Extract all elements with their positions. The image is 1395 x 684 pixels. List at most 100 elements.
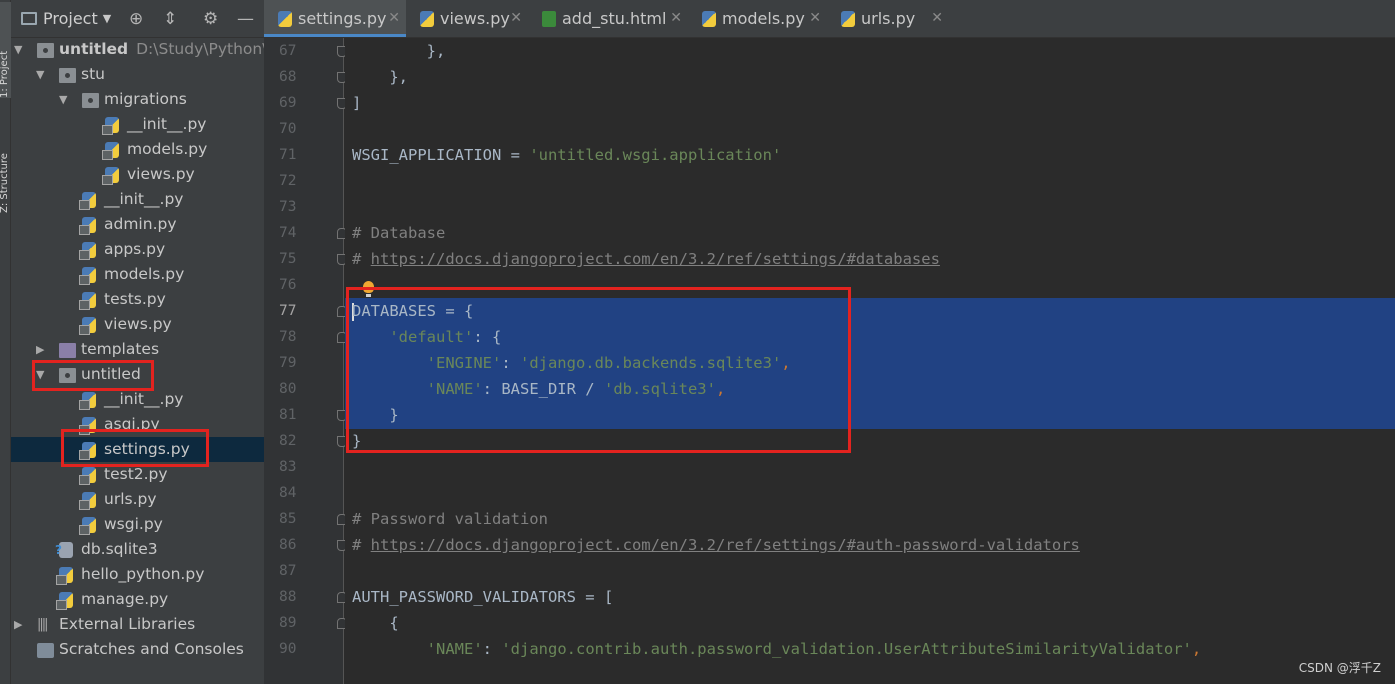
line-number[interactable]: 78 [264,324,324,350]
tree-item[interactable]: ▼ stu [11,62,264,87]
python-file-icon [278,11,292,27]
chevron-down-icon[interactable]: ▼ [103,12,111,25]
line-number[interactable]: 86 [264,532,324,558]
tree-item[interactable]: manage.py [11,587,264,612]
line-number[interactable]: 90 [264,636,324,662]
tree-item[interactable]: __init__.py [11,112,264,137]
close-icon[interactable]: ✕ [931,0,943,37]
tree-item[interactable]: views.py [11,162,264,187]
close-icon[interactable]: ✕ [388,0,400,37]
editor-tab[interactable]: views.py ✕ [406,0,528,37]
python-file-icon [79,317,96,335]
tree-item[interactable]: db.sqlite3 [11,537,264,562]
chevron-right-icon[interactable]: ▶ [14,612,22,637]
folder-view-icon [21,12,37,25]
tree-item[interactable]: ▶ |||| External Libraries [11,612,264,637]
tree-item[interactable]: ▼ untitled D:\Study\Python\p [11,37,264,62]
docs-link-databases[interactable]: https://docs.djangoproject.com/en/3.2/re… [371,250,940,268]
line-number[interactable]: 77 [264,298,324,324]
chevron-down-icon[interactable]: ▼ [59,87,67,112]
line-number[interactable]: 84 [264,480,324,506]
code-editor[interactable]: }, }, ] WSGI_APPLICATION = 'untitled.wsg… [345,38,1395,684]
code-line-90: 'NAME': 'django.contrib.auth.password_va… [426,640,1202,658]
chevron-down-icon[interactable]: ▼ [36,62,44,87]
editor-tab[interactable]: urls.py ✕ [827,0,949,37]
tree-item[interactable]: views.py [11,312,264,337]
tree-item[interactable]: asgi.py [11,412,264,437]
editor-tab[interactable]: settings.py ✕ [264,0,406,37]
tree-item[interactable]: ▼ migrations [11,87,264,112]
tree-item[interactable]: admin.py [11,212,264,237]
line-number[interactable]: 80 [264,376,324,402]
tree-item[interactable]: tests.py [11,287,264,312]
locate-file-icon[interactable]: ⊕ [129,9,143,29]
tree-item[interactable]: wsgi.py [11,512,264,537]
line-number[interactable]: 68 [264,64,324,90]
editor-gutter: 67 68 69 70 71 72 73 74 75 76 77 78 79 80 81 82 83 84 85 86… [264,38,347,684]
line-number[interactable]: 69 [264,90,324,116]
tree-item-label: manage.py [81,590,169,608]
editor-tab[interactable]: add_stu.html ✕ [528,0,688,37]
line-number[interactable]: 70 [264,116,324,142]
tree-item[interactable]: __init__.py [11,187,264,212]
line-number[interactable]: 67 [264,38,324,64]
tree-item-label: migrations [104,90,187,108]
collapse-all-icon[interactable]: ⇕ [163,9,177,29]
tree-item-label: models.py [104,265,185,283]
python-file-icon [841,11,855,27]
line-number[interactable]: 89 [264,610,324,636]
line-number[interactable]: 85 [264,506,324,532]
line-number[interactable]: 87 [264,558,324,584]
line-number[interactable]: 79 [264,350,324,376]
editor-tab-bar: settings.py ✕ views.py ✕ add_stu.html ✕ models… [264,0,1395,38]
tree-item-label: templates [81,340,160,358]
tree-item-label: test2.py [104,465,168,483]
project-view-selector[interactable]: Project [43,9,98,28]
tree-item[interactable]: settings.py [11,437,264,462]
python-file-icon [102,117,119,135]
code-line-68: }, [352,68,408,86]
chevron-down-icon[interactable]: ▼ [36,362,44,387]
tree-item[interactable]: Scratches and Consoles [11,637,264,662]
hide-panel-icon[interactable]: — [237,9,254,29]
line-number[interactable]: 88 [264,584,324,610]
line-number[interactable]: 72 [264,168,324,194]
watermark: CSDN @浮千Z [1298,661,1381,675]
tree-item[interactable]: models.py [11,262,264,287]
tree-item[interactable]: urls.py [11,487,264,512]
editor-tab-label: add_stu.html [562,9,667,28]
tree-item[interactable]: models.py [11,137,264,162]
gear-icon[interactable]: ⚙ [203,9,218,29]
line-number[interactable]: 82 [264,428,324,454]
line-number[interactable]: 75 [264,246,324,272]
close-icon[interactable]: ✕ [670,0,682,37]
database-file-icon [55,542,73,558]
code-line-80: 'NAME': BASE_DIR / 'db.sqlite3', [426,380,726,398]
line-number[interactable]: 83 [264,454,324,480]
close-icon[interactable]: ✕ [510,0,522,37]
tree-item[interactable]: ▶ templates [11,337,264,362]
close-icon[interactable]: ✕ [809,0,821,37]
line-number[interactable]: 74 [264,220,324,246]
python-file-icon [79,417,96,435]
line-number[interactable]: 81 [264,402,324,428]
tree-item[interactable]: apps.py [11,237,264,262]
intention-bulb-icon[interactable] [363,281,374,297]
structure-tool-tab[interactable]: Z: Structure [0,118,11,213]
project-tool-tab[interactable]: 1: Project [0,2,11,98]
editor-tab[interactable]: models.py ✕ [688,0,827,37]
docs-link-password-validators[interactable]: https://docs.djangoproject.com/en/3.2/re… [371,536,1080,554]
code-line-81: } [352,406,399,424]
chevron-right-icon[interactable]: ▶ [36,337,44,362]
tree-item[interactable]: test2.py [11,462,264,487]
tree-item[interactable]: hello_python.py [11,562,264,587]
tree-item[interactable]: ▼ untitled [11,362,264,387]
python-file-icon [102,167,119,185]
tree-item-label: hello_python.py [81,565,205,583]
editor-tab-label: models.py [722,9,805,28]
line-number[interactable]: 73 [264,194,324,220]
line-number[interactable]: 71 [264,142,324,168]
chevron-down-icon[interactable]: ▼ [14,37,22,62]
tree-item[interactable]: __init__.py [11,387,264,412]
line-number[interactable]: 76 [264,272,324,298]
